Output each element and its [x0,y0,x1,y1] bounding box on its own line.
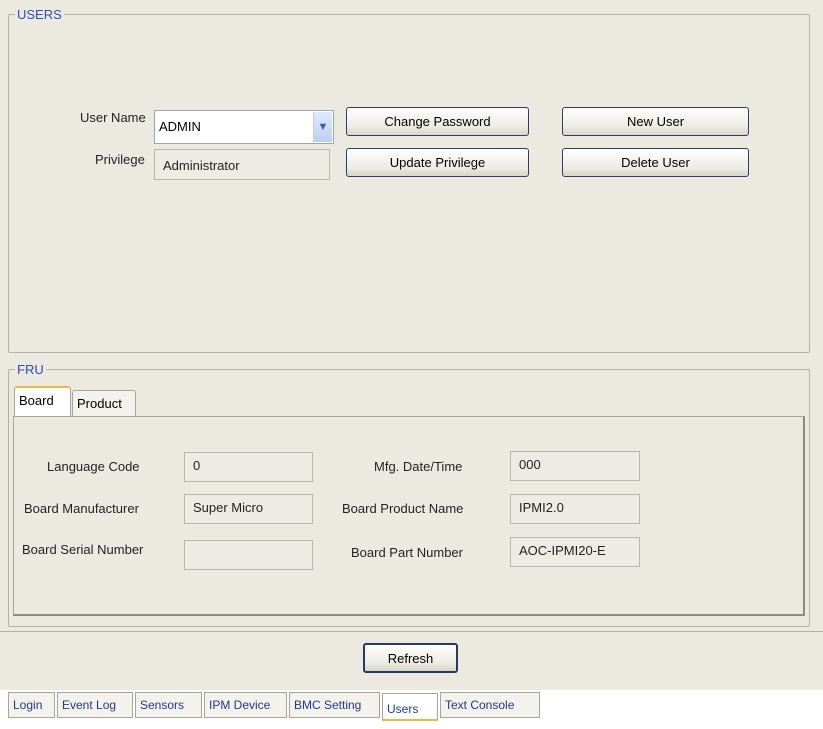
board-serial-number-label: Board Serial Number [22,542,144,557]
chevron-down-icon[interactable]: ▼ [313,112,332,142]
fru-board-content [13,416,805,616]
board-manufacturer-field: Super Micro [184,494,313,524]
tab-users[interactable]: Users [382,693,438,721]
mfg-date-time-label: Mfg. Date/Time [374,459,463,474]
refresh-button[interactable]: Refresh [363,643,458,673]
new-user-button[interactable]: New User [562,107,749,136]
fru-group: FRU Board Product Language Code 0 Board … [8,362,810,627]
user-name-select[interactable]: ADMIN ▼ [154,110,334,144]
privilege-label: Privilege [95,152,145,167]
users-group: USERS User Name ADMIN ▼ Privilege Admini… [8,7,810,353]
tab-login[interactable]: Login [8,692,55,718]
tab-product[interactable]: Product [72,390,136,416]
refresh-separator [0,631,823,632]
language-code-field: 0 [184,452,313,482]
privilege-field: Administrator [154,149,330,180]
update-privilege-button[interactable]: Update Privilege [346,148,529,177]
main-panel: USERS User Name ADMIN ▼ Privilege Admini… [0,0,823,690]
delete-user-button[interactable]: Delete User [562,148,749,177]
tab-board[interactable]: Board [14,386,71,416]
board-product-name-label: Board Product Name [342,501,464,516]
users-legend: USERS [15,7,64,22]
board-part-number-label: Board Part Number [351,545,463,560]
change-password-button[interactable]: Change Password [346,107,529,136]
mfg-date-time-field: 000 [510,451,640,481]
fru-legend: FRU [15,362,46,377]
tab-event-log[interactable]: Event Log [57,692,133,718]
board-manufacturer-label: Board Manufacturer [24,501,139,516]
language-code-label: Language Code [47,459,140,474]
tab-bmc-setting[interactable]: BMC Setting [289,692,380,718]
board-serial-number-field [184,540,313,570]
board-part-number-field: AOC-IPMI20-E [510,537,640,567]
tab-ipm-device[interactable]: IPM Device [204,692,287,718]
tab-sensors[interactable]: Sensors [135,692,202,718]
board-product-name-field: IPMI2.0 [510,494,640,524]
user-name-label: User Name [80,110,146,125]
user-name-value: ADMIN [159,119,201,134]
tab-text-console[interactable]: Text Console [440,692,540,718]
